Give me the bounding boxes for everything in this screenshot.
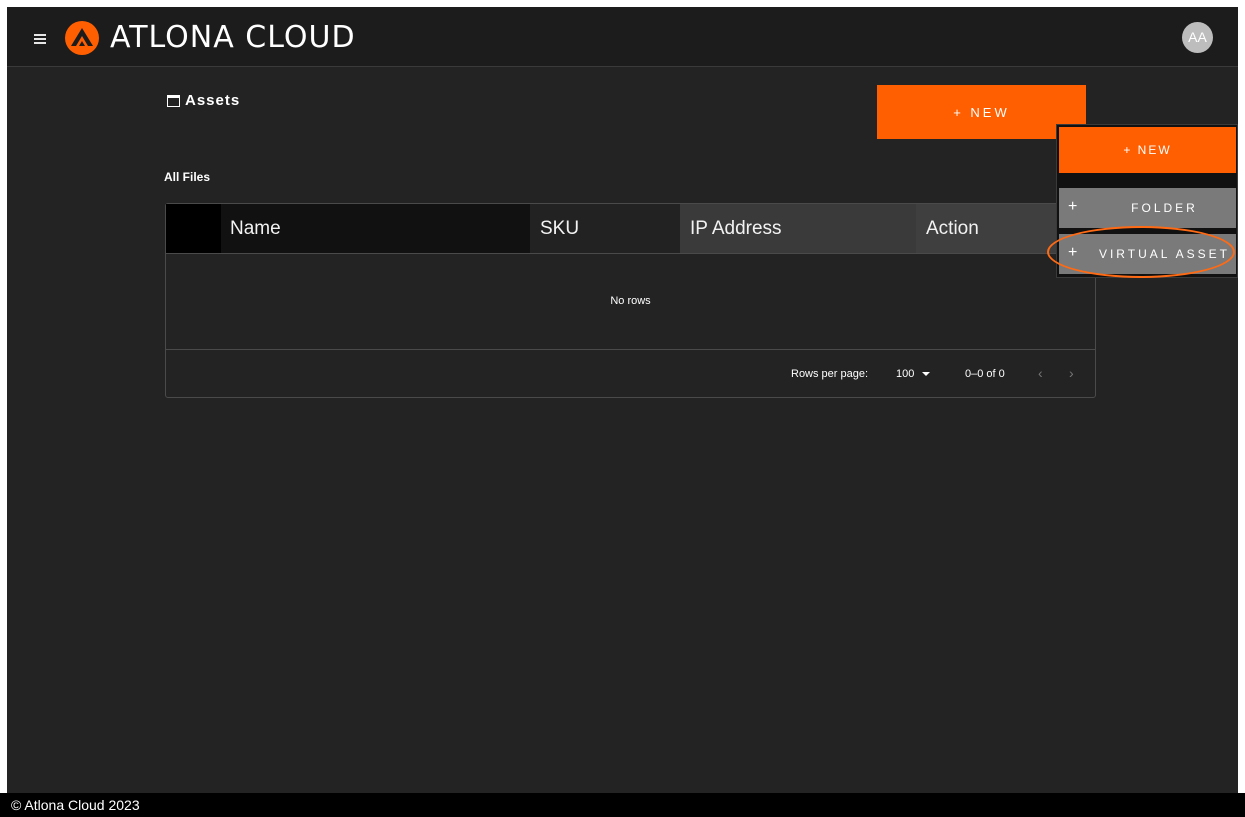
menu-item-label: VIRTUAL ASSET [1098,247,1231,261]
table-header: Name SKU IP Address Action [166,204,1095,254]
menu-item-folder[interactable]: + FOLDER [1059,188,1236,228]
column-header-name[interactable]: Name [221,204,530,253]
chevron-left-icon[interactable]: ‹ [1038,365,1043,381]
new-menu: + NEW + FOLDER + VIRTUAL ASSET [1056,124,1238,278]
rows-per-page-select[interactable]: 100 [896,368,931,380]
menu-item-virtual-asset[interactable]: + VIRTUAL ASSET [1059,234,1236,274]
footer: © Atlona Cloud 2023 [0,793,1245,817]
table-pagination: Rows per page: 100 0–0 of 0 ‹ › [166,349,1095,398]
pagination-range: 0–0 of 0 [965,368,1005,380]
rows-per-page-value: 100 [896,368,915,380]
page-title-text: Assets [185,92,241,109]
column-header-sku[interactable]: SKU [530,204,680,253]
caret-down-icon [922,372,931,377]
folder-icon [167,94,180,107]
plus-icon: + [1068,198,1078,215]
menu-new-button[interactable]: + NEW [1059,127,1236,173]
page-title: Assets [167,92,240,109]
new-button[interactable]: + NEW [877,85,1086,139]
user-avatar[interactable]: AA [1182,22,1213,53]
section-label: All Files [164,170,211,184]
brand-name: ATLONA CLOUD [110,20,356,55]
column-header-ip-address[interactable]: IP Address [680,204,916,253]
menu-item-label: FOLDER [1131,201,1198,215]
top-bar: ATLONA CLOUD AA [7,7,1238,67]
assets-table: Name SKU IP Address Action No rows Rows … [165,203,1096,398]
plus-icon: + [1068,244,1078,261]
rows-per-page-label: Rows per page: [791,368,869,380]
hamburger-icon[interactable] [34,34,46,44]
select-all-checkbox[interactable] [166,204,221,253]
empty-state: No rows [610,295,651,307]
atlona-logo-icon [65,21,99,55]
app-window: ATLONA CLOUD AA Assets + NEW All Files N… [7,7,1238,793]
chevron-right-icon[interactable]: › [1069,365,1074,381]
